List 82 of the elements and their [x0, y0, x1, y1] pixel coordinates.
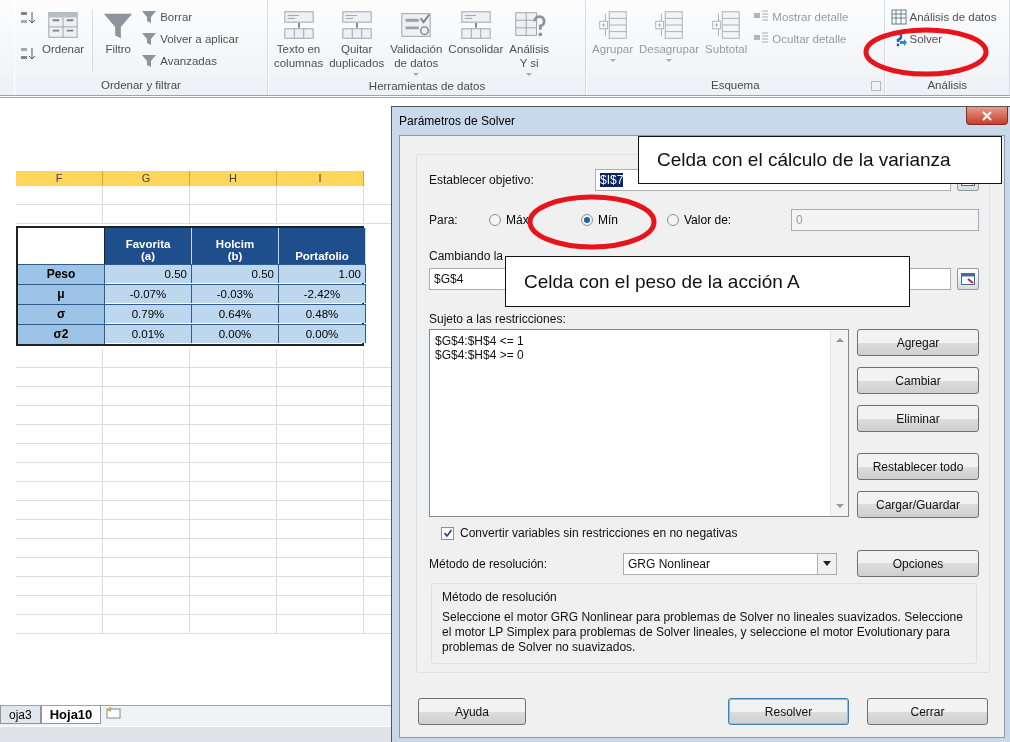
table-header-cell: Favorita (a) [105, 228, 192, 264]
funnel-icon [141, 31, 158, 47]
ribbon-button[interactable]: Consolidar [446, 6, 506, 58]
dialog-button[interactable]: Agregar [857, 329, 979, 356]
row-label-cell: Peso [18, 264, 105, 284]
funnel-icon [141, 53, 158, 69]
sort-ascending-icon[interactable] [20, 10, 36, 26]
ribbon-button[interactable]: Ordenar [40, 6, 87, 58]
table-cell: 0.00% [192, 324, 279, 343]
dialog-button[interactable]: Cerrar [867, 698, 988, 725]
row-label-cell: σ [18, 304, 105, 324]
radio-button[interactable]: Mín [581, 213, 667, 227]
method-select[interactable]: GRG Nonlinear [623, 552, 837, 575]
table-cell: 0.79% [105, 304, 192, 323]
funnel-icon [141, 9, 158, 25]
table-cell: 1.00 [279, 264, 366, 283]
row-label-cell: μ [18, 284, 105, 304]
field-label: Método de resolución: [429, 556, 549, 571]
ribbon-button[interactable]: Análisis de datos [888, 8, 999, 26]
ribbon-button[interactable]: Borrar [139, 8, 241, 26]
group-label: Herramientas de datos [368, 80, 486, 92]
ribbon-button[interactable]: Filtro [99, 6, 138, 58]
dialog-button[interactable]: Resolver [728, 698, 849, 725]
sort-descending-icon[interactable] [20, 46, 36, 62]
dialog-button[interactable]: Cambiar [857, 367, 979, 394]
callout-tooltip: Celda con el peso de la acción A [505, 256, 910, 307]
sheet-tab[interactable]: Hoja10 [40, 706, 102, 724]
field-label: Sujeto a las restricciones: [429, 312, 566, 326]
column-header[interactable]: I [277, 171, 364, 186]
ribbon-button[interactable]: Avanzadas [139, 52, 241, 70]
table-cell: 0.50 [105, 264, 192, 283]
scrollbar[interactable] [830, 330, 848, 516]
table-cell: -0.07% [105, 284, 192, 303]
table-cell: 0.01% [105, 324, 192, 343]
checkbox[interactable] [441, 526, 454, 540]
constraints-list[interactable]: $G$4:$H$4 <= 1 $G$4:$H$4 >= 0 [429, 329, 849, 517]
window-title: Parámetros de Solver [399, 114, 516, 128]
field-label: Establecer objetivo: [429, 173, 535, 187]
group-label: Esquema [711, 79, 760, 91]
range-select-button[interactable] [957, 268, 979, 290]
list-item[interactable]: $G$4:$H$4 <= 1 [435, 334, 524, 348]
ribbon-button[interactable]: Texto en columnas [271, 6, 326, 72]
close-button[interactable] [966, 107, 1008, 125]
sheet-tab[interactable]: oja3 [0, 706, 41, 724]
table-icon [281, 8, 316, 42]
ribbon-button[interactable]: Quitar duplicados [327, 6, 387, 72]
list-item[interactable]: $G$4:$H$4 >= 0 [435, 348, 524, 362]
table-header-cell: Portafolio [279, 228, 366, 264]
radio-button[interactable]: Valor de: [667, 213, 791, 227]
table-cell: 0.48% [279, 304, 366, 323]
field-label: Cambiando la [429, 249, 504, 263]
table-cell: -2.42% [279, 284, 366, 303]
dialog-button[interactable]: Restablecer todo [857, 453, 979, 480]
ribbon-button[interactable]: Volver a aplicar [139, 30, 241, 48]
ribbon-button[interactable]: Solver [888, 30, 999, 48]
group-label: Ordenar y filtrar [101, 79, 181, 91]
table-cell: 0.64% [192, 304, 279, 323]
table-icon [458, 8, 493, 42]
info-text: Seleccione el motor GRG Nonlinear para problemas de Solver no lineales suavizados. Seleccione el motor LP Simplex para problemas de Solver lineales, y seleccione el motor Evolutionary para problemas de Solver no suavizados. [442, 610, 964, 655]
row-label-cell: σ2 [18, 324, 105, 344]
options-button[interactable]: Opciones [857, 550, 979, 577]
checkbox-label: Convertir variables sin restricciones en no negativas [460, 526, 738, 540]
field-label: Para: [429, 213, 459, 227]
table-header-cell: Holcim (b) [192, 228, 279, 264]
table-cell: -0.03% [192, 284, 279, 303]
ribbon-button[interactable]: Análisis Y si [507, 6, 551, 78]
dialog-button[interactable]: Cargar/Guardar [857, 491, 979, 518]
group-label: Análisis [927, 79, 968, 91]
column-header[interactable]: F [16, 171, 103, 186]
table-icon [339, 8, 374, 42]
info-title: Método de resolución [442, 590, 558, 604]
range-select-icon [961, 273, 975, 285]
ribbon-button[interactable]: Validación de datos [388, 6, 445, 78]
table-cell: 0.00% [279, 324, 366, 343]
chart-grid-icon [890, 9, 907, 25]
dialog-button[interactable]: Ayuda [418, 698, 526, 725]
dropdown-arrow-icon [823, 561, 831, 566]
table-cell: 0.50 [192, 264, 279, 283]
close-icon [982, 110, 992, 121]
dialog-button[interactable]: Eliminar [857, 405, 979, 432]
column-header[interactable]: G [103, 171, 190, 186]
column-header[interactable]: H [190, 171, 277, 186]
